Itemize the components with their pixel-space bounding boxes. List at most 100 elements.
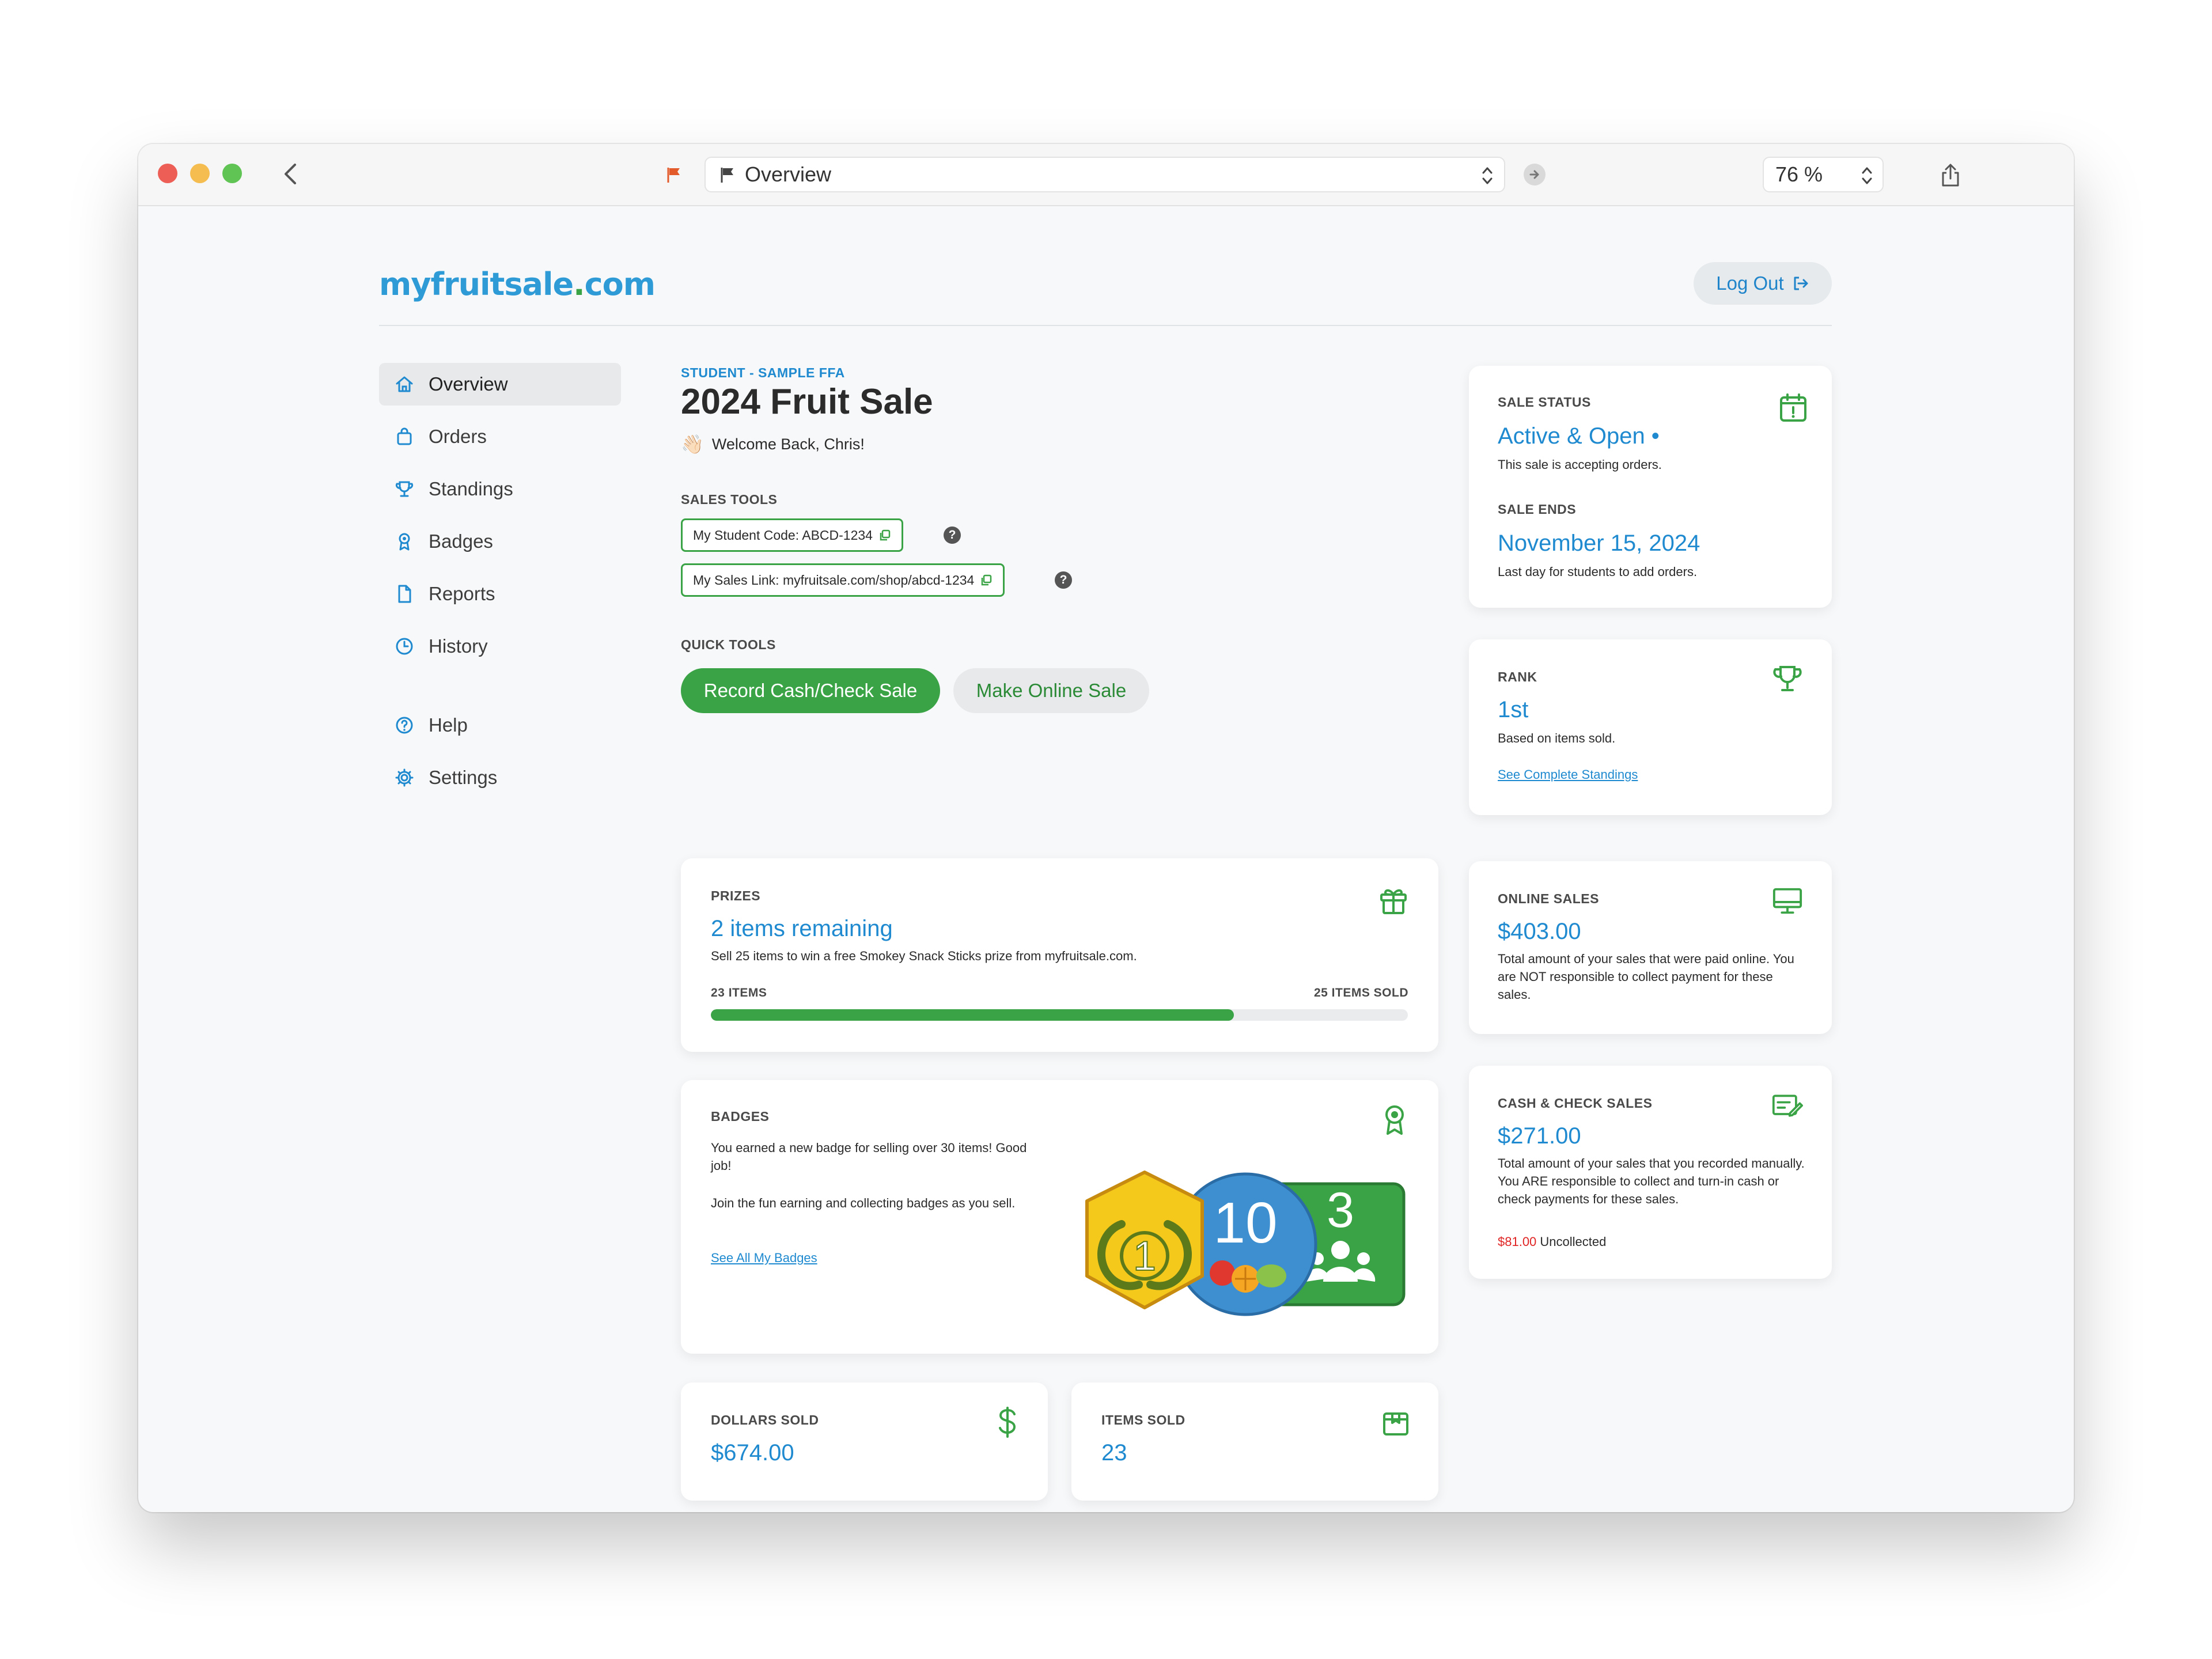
page-title: 2024 Fruit Sale: [681, 382, 933, 422]
sidebar-item-label: Reports: [429, 583, 495, 604]
online-sales-card: ONLINE SALES $403.00 Total amount of you…: [1469, 861, 1832, 1034]
sale-status-text: This sale is accepting orders.: [1498, 457, 1662, 472]
home-icon: [393, 373, 416, 396]
maximize-window-button[interactable]: [222, 164, 242, 183]
sales-link-chip[interactable]: My Sales Link: myfruitsale.com/shop/abcd…: [681, 563, 1005, 597]
award-ribbon-icon: [1379, 1104, 1410, 1135]
prizes-label: PRIZES: [711, 888, 761, 903]
go-button[interactable]: [1524, 164, 1546, 185]
arrow-right-icon: [1529, 170, 1539, 179]
sidebar-item-standings[interactable]: Standings: [379, 468, 621, 510]
items-sold-value: 23: [1101, 1440, 1127, 1465]
make-online-sale-button[interactable]: Make Online Sale: [953, 668, 1149, 713]
student-code-text: My Student Code: ABCD-1234: [693, 527, 873, 543]
dollars-sold-label: DOLLARS SOLD: [711, 1412, 819, 1427]
student-code-chip[interactable]: My Student Code: ABCD-1234: [681, 518, 903, 552]
gift-icon: [1378, 885, 1409, 916]
clock-icon: [393, 635, 416, 658]
zoom-control[interactable]: 76 %: [1763, 157, 1884, 192]
box-icon: [1380, 1408, 1411, 1439]
progress-left-label: 23 ITEMS: [711, 986, 767, 999]
logout-icon: [1794, 276, 1808, 290]
see-complete-standings-link[interactable]: See Complete Standings: [1498, 767, 1638, 782]
progress-right-label: 25 ITEMS SOLD: [1313, 986, 1408, 999]
online-sales-value: $403.00: [1498, 919, 1581, 944]
sidebar-item-orders[interactable]: Orders: [379, 415, 621, 458]
dollar-sign-icon: [992, 1407, 1023, 1438]
logo-dot: .: [573, 266, 585, 302]
badge-icon: [393, 530, 416, 553]
prizes-card: PRIZES 2 items remaining Sell 25 items t…: [681, 858, 1438, 1052]
address-bar[interactable]: Overview: [704, 157, 1505, 192]
sidebar-item-label: History: [429, 635, 488, 657]
cash-check-sales-text: Total amount of your sales that you reco…: [1498, 1156, 1805, 1207]
bookmark-flag-button[interactable]: [660, 160, 688, 189]
prize-progress-fill: [711, 1009, 1234, 1021]
logout-button[interactable]: Log Out: [1694, 262, 1832, 305]
calendar-alert-icon: [1778, 392, 1809, 423]
chevron-left-icon: [285, 164, 296, 184]
quick-tools-label: QUICK TOOLS: [681, 637, 776, 652]
logout-label: Log Out: [1716, 272, 1784, 294]
page-flag-icon: [721, 168, 733, 183]
sales-link-help-icon[interactable]: ?: [1055, 571, 1072, 589]
record-cash-check-sale-button[interactable]: Record Cash/Check Sale: [681, 668, 940, 713]
sale-ends-value: November 15, 2024: [1498, 531, 1700, 556]
updown-chevron-icon[interactable]: [1861, 165, 1873, 186]
rank-label: RANK: [1498, 669, 1537, 684]
uncollected-line: $81.00 Uncollected: [1498, 1233, 1606, 1251]
flag-icon: [667, 168, 680, 183]
sale-status-value: Active & Open •: [1498, 423, 1660, 449]
sidebar-item-label: Orders: [429, 426, 487, 447]
sidebar-item-reports[interactable]: Reports: [379, 573, 621, 615]
share-icon: [1942, 164, 1959, 187]
sidebar-item-history[interactable]: History: [379, 625, 621, 668]
document-icon: [393, 582, 416, 605]
student-code-help-icon[interactable]: ?: [944, 527, 961, 544]
sidebar-item-help[interactable]: Help: [379, 704, 621, 747]
badges-text-earned: You earned a new badge for selling over …: [711, 1141, 1027, 1173]
uncollected-label: Uncollected: [1540, 1234, 1607, 1249]
header-divider: [379, 325, 1832, 326]
close-window-button[interactable]: [158, 164, 177, 183]
prize-progress-bar: [711, 1009, 1408, 1021]
sidebar-item-settings[interactable]: Settings: [379, 756, 621, 799]
copy-icon[interactable]: [980, 574, 993, 586]
cash-check-sales-value: $271.00: [1498, 1123, 1581, 1149]
sales-tools-label: SALES TOOLS: [681, 492, 778, 507]
rank-text: Based on items sold.: [1498, 731, 1616, 745]
badges-card: BADGES You earned a new badge for sellin…: [681, 1080, 1438, 1354]
sale-ends-text: Last day for students to add orders.: [1498, 565, 1698, 579]
edit-document-icon: [1772, 1091, 1803, 1122]
dollars-sold-card: DOLLARS SOLD $674.00: [681, 1382, 1048, 1501]
sidebar-item-label: Standings: [429, 478, 513, 499]
gear-icon: [393, 766, 416, 789]
address-bar-text: Overview: [745, 162, 832, 186]
copy-icon[interactable]: [878, 529, 891, 541]
sidebar-item-label: Help: [429, 714, 468, 736]
badge-collection: 3 10 1: [1085, 1171, 1406, 1316]
welcome-message: 👋🏻 Welcome Back, Chris!: [681, 433, 865, 455]
trophy-icon: [393, 478, 416, 501]
sidebar-item-label: Settings: [429, 767, 498, 788]
updown-chevron-icon[interactable]: [1481, 165, 1494, 186]
badges-text-join: Join the fun earning and collecting badg…: [711, 1196, 1016, 1210]
share-button[interactable]: [1934, 158, 1967, 192]
cash-check-sales-label: CASH & CHECK SALES: [1498, 1096, 1653, 1111]
site-logo[interactable]: myfruitsale.com: [379, 266, 656, 302]
online-sales-label: ONLINE SALES: [1498, 891, 1599, 906]
back-button[interactable]: [273, 157, 308, 191]
sidebar-item-overview[interactable]: Overview: [379, 363, 621, 406]
sidebar-item-badges[interactable]: Badges: [379, 520, 621, 563]
sales-link-text: My Sales Link: myfruitsale.com/shop/abcd…: [693, 572, 975, 588]
student-label: STUDENT - SAMPLE FFA: [681, 365, 845, 380]
see-all-my-badges-link[interactable]: See All My Badges: [711, 1251, 817, 1266]
rank-card: RANK 1st Based on items sold. See Comple…: [1469, 639, 1832, 815]
uncollected-amount: $81.00: [1498, 1234, 1537, 1249]
browser-window: Overview 76 % myfruitsale.com Log Out Ov…: [138, 144, 2074, 1512]
online-sales-text: Total amount of your sales that were pai…: [1498, 952, 1794, 1002]
browser-toolbar: Overview 76 %: [138, 144, 2074, 206]
sale-status-label: SALE STATUS: [1498, 395, 1591, 410]
logo-name: myfruitsale: [379, 266, 574, 302]
minimize-window-button[interactable]: [190, 164, 210, 183]
